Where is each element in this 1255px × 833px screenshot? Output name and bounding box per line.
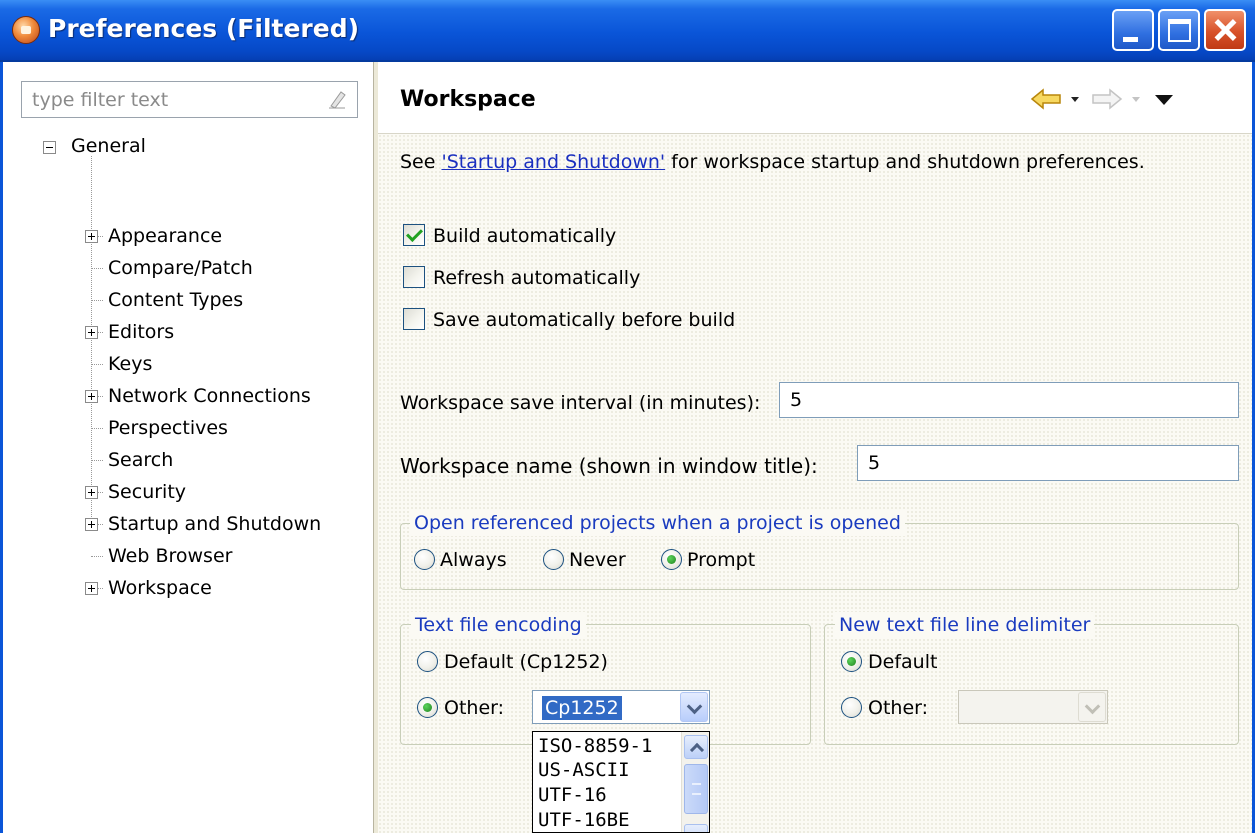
build-automatically-label[interactable]: Build automatically xyxy=(433,223,616,249)
delimiter-other-radio[interactable] xyxy=(841,697,862,718)
tree-connector xyxy=(91,556,103,557)
intro-prefix: See xyxy=(400,151,442,173)
scroll-down-icon[interactable] xyxy=(684,824,708,832)
encoding-option[interactable]: ISO-8859-1 xyxy=(538,734,652,758)
open-referenced-projects-title: Open referenced projects when a project … xyxy=(410,510,905,536)
workspace-name-label: Workspace name (shown in window title): xyxy=(400,454,818,478)
encoding-other-label[interactable]: Other: xyxy=(444,695,504,721)
save-interval-label: Workspace save interval (in minutes): xyxy=(400,392,761,414)
always-label[interactable]: Always xyxy=(440,547,507,573)
tree-connector xyxy=(91,300,103,301)
tree-item-keys[interactable]: Keys xyxy=(108,349,152,379)
tree-item-web-browser[interactable]: Web Browser xyxy=(108,541,232,571)
text-file-encoding-group xyxy=(400,624,811,745)
save-before-build-checkbox[interactable] xyxy=(403,308,425,330)
maximize-button[interactable] xyxy=(1158,9,1200,51)
never-radio[interactable] xyxy=(543,549,564,570)
encoding-option[interactable]: US-ASCII xyxy=(538,758,630,782)
encoding-combo[interactable]: Cp1252 xyxy=(532,690,710,724)
close-icon xyxy=(1206,11,1244,49)
filter-box xyxy=(21,81,358,118)
back-history-dropdown-icon[interactable] xyxy=(1068,88,1082,110)
save-before-build-label[interactable]: Save automatically before build xyxy=(433,307,735,333)
tree-item-content-types[interactable]: Content Types xyxy=(108,285,243,315)
build-automatically-checkbox[interactable] xyxy=(403,224,425,246)
text-file-encoding-title: Text file encoding xyxy=(411,612,586,638)
expand-icon[interactable] xyxy=(85,582,98,595)
tree-item-network-connections[interactable]: Network Connections xyxy=(108,381,311,411)
tree-connector xyxy=(91,268,103,269)
tree-item-search[interactable]: Search xyxy=(108,445,173,475)
encoding-dropdown-arrow-icon[interactable] xyxy=(680,692,708,722)
expand-icon[interactable] xyxy=(85,518,98,531)
clear-filter-icon[interactable] xyxy=(327,89,347,110)
expand-icon[interactable] xyxy=(85,486,98,499)
encoding-dropdown-list[interactable]: ISO-8859-1 US-ASCII UTF-16 UTF-16BE xyxy=(532,731,710,833)
encoding-option[interactable]: UTF-16 xyxy=(538,783,607,807)
preference-page: Workspace See 'Startup and Shutdown' for… xyxy=(378,62,1255,833)
encoding-combo-value: Cp1252 xyxy=(542,696,622,720)
delimiter-default-label[interactable]: Default xyxy=(868,649,937,675)
expand-icon[interactable] xyxy=(85,390,98,403)
scroll-up-icon[interactable] xyxy=(684,735,708,759)
tree-connector xyxy=(91,428,103,429)
tree-item-appearance[interactable]: Appearance xyxy=(108,221,222,251)
forward-history-dropdown-icon[interactable] xyxy=(1129,88,1143,110)
delimiter-dropdown-arrow-icon[interactable] xyxy=(1078,692,1106,722)
tree-item-workspace[interactable]: Workspace xyxy=(108,573,212,603)
tree-connector xyxy=(91,364,103,365)
back-arrow-icon[interactable] xyxy=(1030,88,1062,110)
minimize-icon xyxy=(1123,37,1138,42)
dropdown-scrollbar[interactable] xyxy=(681,732,709,832)
intro-suffix: for workspace startup and shutdown prefe… xyxy=(665,151,1145,173)
preferences-window: Preferences (Filtered) General Appearanc… xyxy=(0,0,1255,833)
forward-arrow-icon[interactable] xyxy=(1091,88,1123,110)
window-title: Preferences (Filtered) xyxy=(48,14,360,43)
preference-tree-pane: General AppearanceCompare/PatchContent T… xyxy=(0,62,373,833)
encoding-other-radio[interactable] xyxy=(417,697,438,718)
app-icon xyxy=(12,16,40,44)
page-header: Workspace xyxy=(378,62,1252,134)
tree-item-startup-and-shutdown[interactable]: Startup and Shutdown xyxy=(108,509,321,539)
tree-item-general[interactable]: General xyxy=(71,131,146,161)
filter-input[interactable] xyxy=(22,82,322,117)
encoding-default-label[interactable]: Default (Cp1252) xyxy=(444,649,608,675)
tree-connector xyxy=(91,460,103,461)
prompt-radio[interactable] xyxy=(661,549,682,570)
scroll-thumb[interactable] xyxy=(684,764,708,814)
line-delimiter-title: New text file line delimiter xyxy=(835,612,1095,638)
startup-shutdown-link[interactable]: 'Startup and Shutdown' xyxy=(441,151,665,173)
page-title: Workspace xyxy=(400,87,536,112)
minimize-button[interactable] xyxy=(1112,9,1154,51)
encoding-option[interactable]: UTF-16BE xyxy=(538,808,630,832)
tree-item-editors[interactable]: Editors xyxy=(108,317,174,347)
prompt-label[interactable]: Prompt xyxy=(687,547,755,573)
delimiter-default-radio[interactable] xyxy=(841,651,862,672)
tree-item-security[interactable]: Security xyxy=(108,477,186,507)
workspace-name-input[interactable]: 5 xyxy=(857,445,1239,481)
delimiter-combo[interactable] xyxy=(958,690,1108,724)
maximize-icon xyxy=(1168,19,1191,42)
always-radio[interactable] xyxy=(414,549,435,570)
save-interval-input[interactable]: 5 xyxy=(779,382,1239,418)
tree-item-compare-patch[interactable]: Compare/Patch xyxy=(108,253,253,283)
never-label[interactable]: Never xyxy=(569,547,626,573)
line-delimiter-group xyxy=(824,624,1239,745)
view-menu-icon[interactable] xyxy=(1153,88,1175,110)
delimiter-other-label[interactable]: Other: xyxy=(868,695,928,721)
refresh-automatically-label[interactable]: Refresh automatically xyxy=(433,265,640,291)
expand-icon[interactable] xyxy=(85,326,98,339)
collapse-general-icon[interactable] xyxy=(43,141,56,154)
tree-item-perspectives[interactable]: Perspectives xyxy=(108,413,228,443)
close-button[interactable] xyxy=(1204,9,1246,51)
title-bar[interactable]: Preferences (Filtered) xyxy=(0,0,1255,62)
expand-icon[interactable] xyxy=(85,230,98,243)
encoding-default-radio[interactable] xyxy=(417,651,438,672)
intro-text: See 'Startup and Shutdown' for workspace… xyxy=(400,149,1145,175)
refresh-automatically-checkbox[interactable] xyxy=(403,266,425,288)
